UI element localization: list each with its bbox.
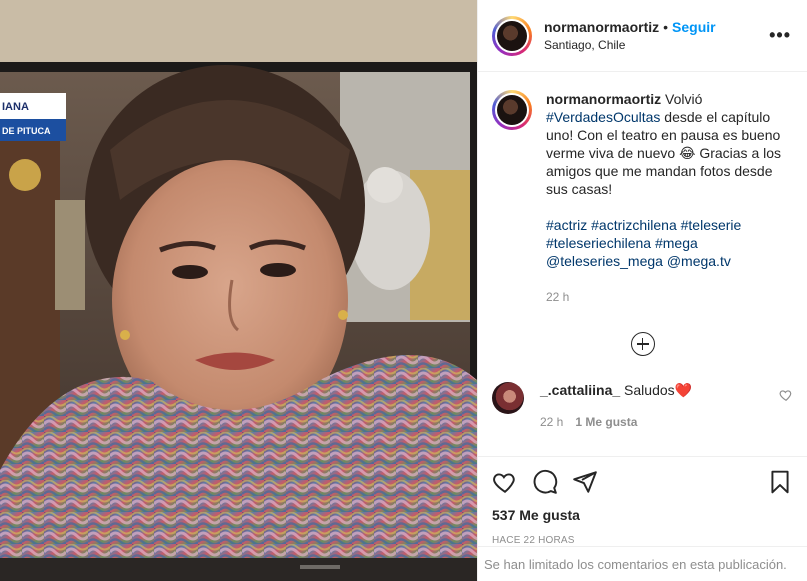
comments-limited-footer: Se han limitado los comentarios en esta … [478,546,807,581]
author-username[interactable]: normanormaortiz [544,19,659,35]
tv-label-bottom: DE PITUCA [2,126,51,136]
hashtag-teleseriechilena[interactable]: #teleseriechilena [546,235,651,251]
instagram-post-modal: IANA DE PITUCA normanormaortiz • Seguir … [0,0,807,581]
hashtag-actrizchilena[interactable]: #actrizchilena [591,217,677,233]
caption-username[interactable]: normanormaortiz [546,91,661,107]
mention-mega-tv[interactable]: @mega.tv [667,253,731,269]
hashtag-actriz[interactable]: #actriz [546,217,587,233]
comment-meta: 22 h 1 Me gusta [540,415,779,429]
caption-body: normanormaortiz Volvió #VerdadesOcultas … [546,90,786,306]
caption-author-avatar[interactable] [492,90,532,130]
header-text: normanormaortiz • Seguir Santiago, Chile [544,19,769,52]
save-bookmark-icon[interactable] [767,469,793,495]
hashtag-mega[interactable]: #mega [655,235,698,251]
post-actions: 537 Me gusta HACE 22 HORAS [478,456,807,546]
load-more-comments [478,332,807,356]
hashtag-teleserie[interactable]: #teleserie [681,217,742,233]
mention-teleseries-mega[interactable]: @teleseries_mega [546,253,663,269]
tv-label-top: IANA [2,101,29,113]
comment-heart-emoji: ❤️ [674,382,693,398]
commenter-avatar[interactable] [492,382,524,414]
comment-time: 22 h [540,415,564,429]
action-icons [492,467,793,497]
author-avatar[interactable] [492,15,532,56]
commenter-username[interactable]: _.cattaliina_ [540,382,620,398]
likes-count[interactable]: 537 Me gusta [492,507,793,523]
caption-tags: #actriz #actrizchilena #teleserie #teles… [546,216,786,270]
comment-likes[interactable]: 1 Me gusta [575,415,637,429]
photo-illustration: IANA DE PITUCA [0,0,477,581]
comment-item: _.cattaliina_ Saludos❤️ 22 h 1 Me gusta [478,382,807,429]
post-side-panel: normanormaortiz • Seguir Santiago, Chile… [477,0,807,581]
more-options-icon[interactable]: ••• [769,25,791,46]
hashtag-verdadesocultas[interactable]: #VerdadesOcultas [546,109,660,125]
comment-like-icon[interactable] [779,388,793,402]
comment-text: Saludos [624,382,675,398]
share-send-icon[interactable] [572,469,598,495]
follow-button[interactable]: Seguir [672,19,716,35]
post-photo[interactable]: IANA DE PITUCA [0,0,477,581]
like-heart-icon[interactable] [492,469,518,495]
caption-text-before: Volvió [665,91,703,107]
comment-body: _.cattaliina_ Saludos❤️ 22 h 1 Me gusta [540,382,779,429]
comment-bubble-icon[interactable] [532,469,558,495]
post-caption: normanormaortiz Volvió #VerdadesOcultas … [478,72,807,306]
caption-time: 22 h [546,290,570,304]
plus-circle-icon[interactable] [630,332,655,356]
comments-limited-notice: Se han limitado los comentarios en esta … [484,556,787,572]
header-separator: • [663,19,669,35]
post-location[interactable]: Santiago, Chile [544,38,769,52]
post-header: normanormaortiz • Seguir Santiago, Chile… [478,0,807,72]
post-timestamp[interactable]: HACE 22 HORAS [492,535,793,546]
